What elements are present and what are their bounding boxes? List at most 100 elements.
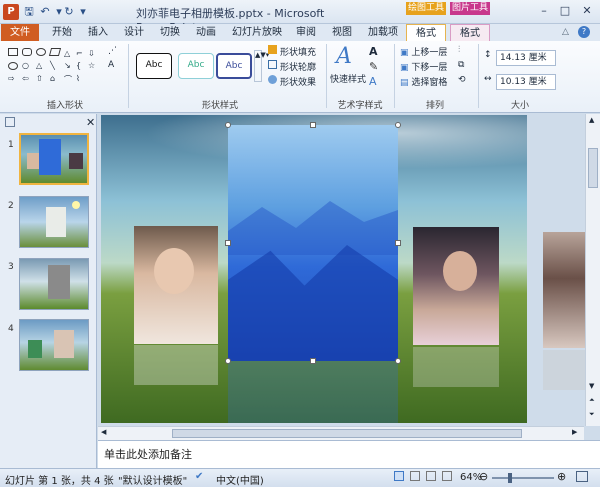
resize-handle[interactable] bbox=[225, 358, 231, 364]
off-slide-photo-reflection bbox=[543, 350, 585, 390]
text-outline-icon[interactable]: ✎ bbox=[369, 60, 378, 73]
shape-outline-button[interactable]: 形状轮廓 bbox=[280, 60, 316, 73]
tab-slideshow[interactable]: 幻灯片放映 bbox=[232, 24, 282, 41]
powerpoint-logo-icon[interactable]: P bbox=[3, 4, 19, 20]
vertical-scrollbar[interactable]: ▲ ▼ ⏶ ⏷ bbox=[585, 114, 600, 426]
normal-view-icon[interactable] bbox=[394, 471, 404, 481]
slide-thumbnail-1[interactable] bbox=[19, 133, 89, 185]
shapes-gallery[interactable]: △ ⌐ ⇩ ○ △ ╲ ↘ { ☆ ⇨ ⇦ ⇧ ⌂ ⌒ ⌇ bbox=[6, 46, 106, 86]
separator bbox=[326, 44, 327, 108]
resize-handle[interactable] bbox=[395, 122, 401, 128]
tab-design[interactable]: 设计 bbox=[122, 24, 146, 41]
resize-handle[interactable] bbox=[310, 358, 316, 364]
tab-picture-format[interactable]: 格式 bbox=[450, 24, 490, 41]
send-backward-button[interactable]: ▣ 下移一层 bbox=[400, 60, 447, 73]
text-fill-icon[interactable]: A bbox=[369, 45, 378, 58]
maximize-button[interactable]: □ bbox=[555, 3, 575, 19]
hscroll-thumb[interactable] bbox=[172, 429, 522, 438]
slide-sorter-icon[interactable] bbox=[410, 471, 420, 481]
shape-outline-icon[interactable] bbox=[268, 60, 277, 69]
tab-file[interactable]: 文件 bbox=[1, 24, 39, 41]
close-button[interactable]: ✕ bbox=[577, 3, 597, 19]
separator bbox=[478, 44, 479, 108]
minimize-button[interactable]: – bbox=[534, 3, 554, 19]
shape-effect-icon[interactable] bbox=[268, 75, 277, 84]
selected-picture[interactable] bbox=[228, 125, 398, 361]
scroll-up-icon[interactable]: ▲ bbox=[589, 116, 594, 124]
shape-style-2[interactable]: Abc bbox=[178, 53, 214, 79]
separator bbox=[128, 44, 129, 108]
edit-shape-icon[interactable]: ⋰ bbox=[108, 46, 117, 56]
resize-handle[interactable] bbox=[310, 122, 316, 128]
resize-handle[interactable] bbox=[225, 122, 231, 128]
customize-quick-access-icon[interactable]: ▾ bbox=[76, 4, 90, 20]
help-icon[interactable]: ? bbox=[578, 26, 590, 38]
group-icon[interactable]: ⧉ bbox=[458, 60, 464, 70]
width-input[interactable]: 10.13 厘米 bbox=[496, 74, 556, 90]
slide-thumbnail-4[interactable] bbox=[19, 319, 89, 371]
zoom-slider[interactable] bbox=[492, 477, 554, 479]
height-icon: ↕ bbox=[484, 50, 492, 60]
zoom-in-icon[interactable]: ⊕ bbox=[557, 470, 566, 483]
undo-icon[interactable]: ↶ bbox=[38, 4, 52, 20]
tab-drawing-format[interactable]: 格式 bbox=[406, 24, 446, 41]
rotate-icon[interactable]: ⟲ bbox=[458, 75, 466, 85]
shape-style-3[interactable]: Abc bbox=[216, 53, 252, 79]
tab-addins[interactable]: 加载项 bbox=[366, 24, 400, 41]
slide-thumbnail-3[interactable] bbox=[19, 258, 89, 310]
language-status[interactable]: 中文(中国) bbox=[216, 472, 264, 487]
slide-thumbnail-2[interactable] bbox=[19, 196, 89, 248]
height-input[interactable]: 14.13 厘米 bbox=[496, 50, 556, 66]
zoom-slider-thumb[interactable] bbox=[508, 473, 512, 483]
drawing-tools-context: 绘图工具 bbox=[406, 2, 446, 15]
off-slide-photo[interactable] bbox=[543, 232, 585, 348]
scroll-right-icon[interactable]: ▶ bbox=[572, 428, 577, 436]
bring-forward-button[interactable]: ▣ 上移一层 bbox=[400, 45, 447, 58]
save-icon[interactable]: 🖫 bbox=[22, 4, 36, 20]
slide-canvas[interactable] bbox=[101, 115, 527, 423]
notes-pane[interactable]: 单击此处添加备注 bbox=[98, 440, 600, 468]
tab-home[interactable]: 开始 bbox=[50, 24, 74, 41]
scroll-left-icon[interactable]: ◀ bbox=[101, 428, 106, 436]
shape-fill-button[interactable]: 形状填充 bbox=[280, 45, 316, 58]
selection-pane-button[interactable]: ▤ 选择窗格 bbox=[400, 75, 447, 88]
tab-review[interactable]: 审阅 bbox=[294, 24, 318, 41]
group-label-shape-styles: 形状样式 bbox=[201, 101, 238, 111]
slideshow-icon[interactable] bbox=[442, 471, 452, 481]
align-icon[interactable]: ⫶ bbox=[458, 45, 460, 55]
photo-left[interactable] bbox=[134, 226, 218, 344]
resize-handle[interactable] bbox=[225, 240, 231, 246]
horizontal-scrollbar[interactable]: ◀ ▶ bbox=[98, 426, 584, 440]
zoom-out-icon[interactable]: ⊖ bbox=[479, 470, 488, 483]
group-label-insert-shapes: 插入形状 bbox=[46, 101, 83, 111]
previous-slide-icon[interactable]: ⏶ bbox=[589, 396, 595, 405]
scroll-down-icon[interactable]: ▼ bbox=[589, 382, 594, 390]
text-effect-icon[interactable]: A bbox=[369, 75, 377, 88]
fit-to-window-icon[interactable] bbox=[576, 471, 588, 482]
group-label-wordart: 艺术字样式 bbox=[337, 101, 383, 111]
tab-animations[interactable]: 动画 bbox=[194, 24, 218, 41]
wordart-icon[interactable]: A bbox=[336, 44, 352, 69]
redo-icon[interactable]: ↻ bbox=[62, 4, 76, 20]
shape-style-1[interactable]: Abc bbox=[136, 53, 172, 79]
text-box-icon[interactable]: A bbox=[108, 60, 114, 70]
collapse-ribbon-icon[interactable]: △ bbox=[562, 27, 569, 37]
shape-fill-icon[interactable] bbox=[268, 45, 277, 54]
tab-view[interactable]: 视图 bbox=[330, 24, 354, 41]
resize-handle[interactable] bbox=[395, 240, 401, 246]
tab-insert[interactable]: 插入 bbox=[86, 24, 110, 41]
quick-style-button[interactable]: 快速样式 bbox=[330, 72, 366, 85]
scroll-thumb[interactable] bbox=[588, 148, 598, 188]
style-gallery-scroll[interactable]: ▲▼▾ bbox=[254, 50, 269, 82]
resize-handle[interactable] bbox=[395, 358, 401, 364]
slides-tab-icon[interactable] bbox=[5, 117, 15, 127]
shape-effect-button[interactable]: 形状效果 bbox=[280, 75, 316, 88]
theme-status[interactable]: "默认设计模板" bbox=[118, 472, 187, 487]
next-slide-icon[interactable]: ⏷ bbox=[589, 410, 595, 419]
tab-transitions[interactable]: 切换 bbox=[158, 24, 182, 41]
photo-right[interactable] bbox=[413, 227, 499, 345]
spellcheck-icon[interactable]: ✔ bbox=[195, 471, 203, 482]
reading-view-icon[interactable] bbox=[426, 471, 436, 481]
close-pane-icon[interactable]: ✕ bbox=[86, 116, 95, 129]
slide-number: 4 bbox=[8, 324, 14, 334]
